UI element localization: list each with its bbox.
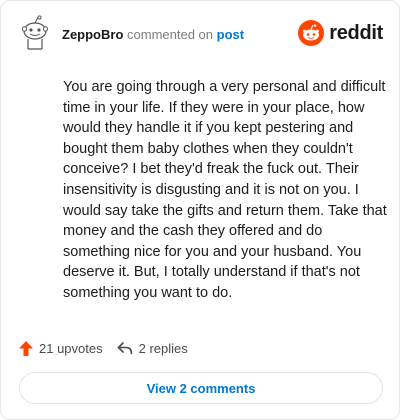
upvote-arrow-icon <box>19 340 33 356</box>
reddit-wordmark: reddit <box>329 21 383 44</box>
action-text: commented on <box>127 27 214 42</box>
replies-stat[interactable]: 2 replies <box>117 341 188 356</box>
reply-arrow-icon <box>117 342 132 355</box>
comment-body: You are going through a very personal an… <box>63 79 387 301</box>
post-link[interactable]: post <box>217 27 244 42</box>
comment-footer: 21 upvotes 2 replies <box>19 337 202 359</box>
comment-byline: ZeppoBro commented on post <box>62 27 244 43</box>
view-comments-button[interactable]: View 2 comments <box>19 372 383 404</box>
comment-card: ZeppoBro commented on post reddit You ar… <box>0 0 400 420</box>
reddit-avatar-icon[interactable] <box>19 15 51 51</box>
upvotes-stat[interactable]: 21 upvotes <box>19 340 103 356</box>
reddit-logo[interactable]: reddit <box>298 19 383 47</box>
replies-count: 2 replies <box>138 340 188 356</box>
comment-header: ZeppoBro commented on post reddit <box>19 15 383 55</box>
reddit-snoo-icon <box>298 20 325 46</box>
username-link[interactable]: ZeppoBro <box>62 27 123 42</box>
upvotes-count: 21 upvotes <box>39 340 103 356</box>
